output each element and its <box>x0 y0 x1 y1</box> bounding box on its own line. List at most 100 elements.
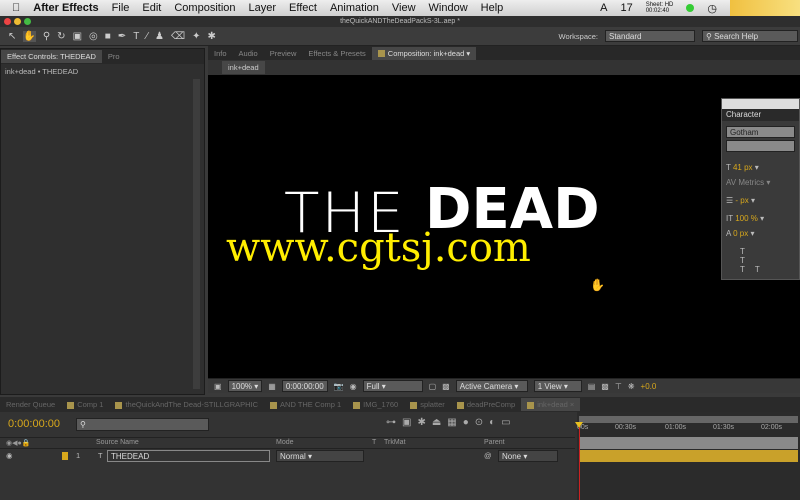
col-mode[interactable]: Mode <box>276 439 294 446</box>
menu-effect[interactable]: Effect <box>289 2 317 14</box>
composition-viewer[interactable]: THE DEAD www.cgtsj.com ✋ <box>208 75 800 378</box>
menu-view[interactable]: View <box>392 2 416 14</box>
menu-bar:  After Effects File Edit Composition La… <box>0 0 800 16</box>
status-meter: Sheet: HD 00:02:40 <box>645 2 674 14</box>
menu-after-effects[interactable]: After Effects <box>33 2 98 14</box>
apple-icon[interactable]:  <box>12 2 20 14</box>
rectangle-tool-icon[interactable]: ■ <box>105 31 111 42</box>
tools-panel: ↖ ✋ ⚲ ↻ ▣ ◎ ■ ✒ T ∕ ♟ ⌫ ✦ ✱ Workspace: S… <box>0 27 800 46</box>
character-window-bar <box>722 99 799 109</box>
type-style-buttons[interactable]: T T TT <box>722 241 799 280</box>
tab-render-queue[interactable]: Render Queue <box>0 398 61 411</box>
roto-brush-icon[interactable]: ✦ <box>192 31 200 42</box>
resolution-select[interactable]: Full ▾ <box>362 380 423 392</box>
rotate-tool-icon[interactable]: ↻ <box>57 31 65 42</box>
tab-project[interactable]: Pro <box>102 50 126 63</box>
view-layout-select[interactable]: 1 View ▾ <box>533 380 582 392</box>
tab-comp-1[interactable]: Comp 1 <box>61 398 109 411</box>
menu-file[interactable]: File <box>112 2 130 14</box>
layer-search-input[interactable]: ⚲ <box>76 418 209 431</box>
color-channels-icon[interactable]: ◉ <box>350 382 357 391</box>
timeline-switches[interactable]: ⊶▣✱⏏▦●⊙◐▭ <box>386 417 517 428</box>
layer-name[interactable]: THEDEAD <box>107 450 270 462</box>
work-area-bar[interactable] <box>579 416 798 423</box>
status-number: 17 <box>620 2 633 14</box>
clone-tool-icon[interactable]: ♟ <box>155 31 164 42</box>
puppet-tool-icon[interactable]: ✱ <box>207 31 215 42</box>
transparency-grid-icon[interactable]: ▩ <box>442 382 450 391</box>
visibility-eye-icon[interactable]: ◉ <box>6 451 13 460</box>
region-of-interest-icon[interactable]: ▢ <box>429 382 437 391</box>
comp-subtab[interactable]: ink+dead <box>222 61 265 74</box>
eraser-tool-icon[interactable]: ⌫ <box>171 31 185 42</box>
fast-previews-icon[interactable]: ▩ <box>601 382 609 391</box>
time-graph[interactable]: 00s 00:30s 01:00s 01:30s 02:00s <box>575 412 800 500</box>
magnification-select[interactable]: 100% ▾ <box>227 380 263 392</box>
layer-number: 1 <box>76 451 81 460</box>
tab-deadprecomp[interactable]: deadPreComp <box>451 398 521 411</box>
pickwhip-icon[interactable]: @ <box>484 451 492 460</box>
zoom-window-button[interactable] <box>24 18 31 25</box>
tab-effect-controls[interactable]: Effect Controls: THEDEAD <box>1 50 102 63</box>
flowchart-icon[interactable]: ⊤ <box>615 382 622 391</box>
timeline-timecode[interactable]: 0:00:00:00 <box>8 418 60 430</box>
tab-preview[interactable]: Preview <box>264 47 303 60</box>
current-time-field[interactable]: 0:00:00:00 <box>281 380 328 392</box>
pan-behind-tool-icon[interactable]: ◎ <box>89 31 98 42</box>
tab-effects-presets[interactable]: Effects & Presets <box>302 47 371 60</box>
brush-tool-icon[interactable]: ∕ <box>146 31 148 42</box>
pen-tool-icon[interactable]: ✒ <box>118 31 126 42</box>
tab-still-graphic[interactable]: theQuickAndThe Dead-STILLGRAPHIC <box>109 398 264 411</box>
tab-ink-dead[interactable]: ink+dead × <box>521 398 581 411</box>
safe-margins-icon[interactable]: ▣ <box>214 382 222 391</box>
tab-splatter[interactable]: splatter <box>404 398 451 411</box>
kerning-row[interactable]: AV Metrics ▾ <box>722 175 799 190</box>
menu-help[interactable]: Help <box>481 2 504 14</box>
toggle-pixel-icon[interactable]: ▤ <box>588 382 596 391</box>
camera-tool-icon[interactable]: ▣ <box>73 31 82 42</box>
label-color[interactable] <box>62 452 68 460</box>
tab-and-the-comp[interactable]: AND THE Comp 1 <box>264 398 347 411</box>
font-family-field[interactable]: Gotham <box>726 126 795 138</box>
layer-mode-select[interactable]: Normal ▾ <box>276 450 364 462</box>
tab-img-1760[interactable]: IMG_1760 <box>347 398 404 411</box>
grid-icon[interactable]: ▦ <box>268 382 276 391</box>
time-machine-icon[interactable]: ◷ <box>707 2 717 15</box>
search-help-input[interactable]: ⚲ Search Help <box>702 30 798 42</box>
baseline-shift-row[interactable]: A 0 px ▾ <box>722 226 799 241</box>
menu-composition[interactable]: Composition <box>174 2 235 14</box>
layer-parent-select[interactable]: None ▾ <box>498 450 558 462</box>
leading-row[interactable]: ☰ - px ▾ <box>722 190 799 208</box>
font-style-field[interactable] <box>726 140 795 152</box>
menu-edit[interactable]: Edit <box>142 2 161 14</box>
hand-tool-icon[interactable]: ✋ <box>23 30 36 42</box>
tab-audio[interactable]: Audio <box>233 47 264 60</box>
close-window-button[interactable] <box>4 18 11 25</box>
col-source-name[interactable]: Source Name <box>96 439 139 446</box>
menu-layer[interactable]: Layer <box>249 2 277 14</box>
col-trkmat[interactable]: TrkMat <box>384 439 406 446</box>
type-tool-icon[interactable]: T <box>133 31 139 42</box>
ruler-label: 00:30s <box>615 424 637 431</box>
font-size-row[interactable]: T 41 px ▾ <box>722 160 799 175</box>
playhead[interactable] <box>579 422 580 500</box>
menu-window[interactable]: Window <box>429 2 468 14</box>
viewer-controls: ▣ 100% ▾ ▦ 0:00:00:00 📷 ◉ Full ▾ ▢ ▩ Act… <box>208 378 800 393</box>
playhead-handle[interactable] <box>575 422 583 428</box>
selection-tool-icon[interactable]: ↖ <box>8 31 16 42</box>
menu-animation[interactable]: Animation <box>330 2 379 14</box>
scrollbar[interactable] <box>193 79 200 389</box>
vertical-scale-row[interactable]: IT 100 % ▾ <box>722 208 799 226</box>
camera-select[interactable]: Active Camera ▾ <box>455 380 528 392</box>
exposure-value[interactable]: +0.0 <box>641 382 657 391</box>
layer-duration-bar[interactable] <box>579 450 798 462</box>
table-row[interactable]: ◉ 1 T THEDEAD Normal ▾ @ None ▾ <box>0 450 575 462</box>
zoom-tool-icon[interactable]: ⚲ <box>43 31 50 42</box>
minimize-window-button[interactable] <box>14 18 21 25</box>
tab-composition[interactable]: Composition: ink+dead ▾ <box>371 46 477 60</box>
snapshot-icon[interactable]: 📷 <box>334 382 344 391</box>
tab-info[interactable]: Info <box>208 47 233 60</box>
reset-exposure-icon[interactable]: ❋ <box>628 382 635 391</box>
workspace-select[interactable]: Standard <box>605 30 695 42</box>
col-parent[interactable]: Parent <box>484 439 505 446</box>
